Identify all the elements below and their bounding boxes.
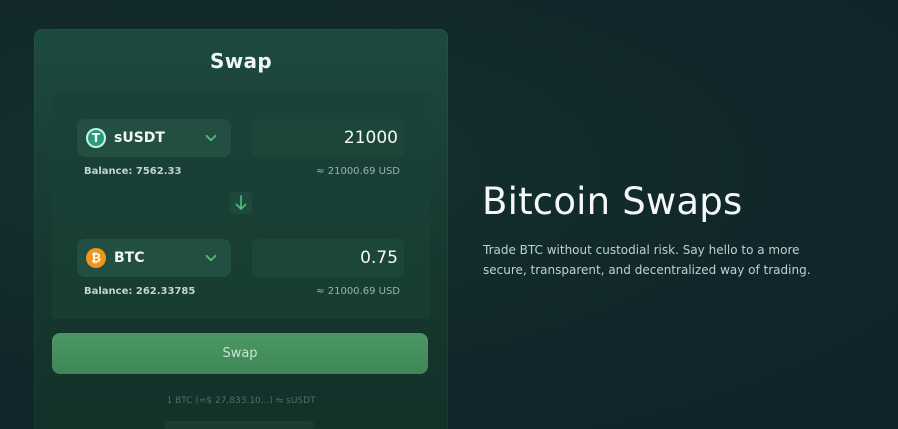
hero-title: Bitcoin Swaps [482,180,743,223]
hero-description: Trade BTC without custodial risk. Say he… [483,243,811,277]
page: Swap T sUSDT 21000 Balance: 7562.33 ≈ 21… [0,0,898,429]
tether-icon: T [86,128,106,148]
from-amount-input[interactable]: 21000 [252,119,404,157]
chevron-down-icon [205,134,217,142]
to-usd-value: ≈ 21000.69 USD [316,286,400,297]
faded-info-row [164,421,314,429]
to-amount-input[interactable]: 0.75 [252,239,404,277]
exchange-rate: 1 BTC (≈$ 27,833.10...) ⇋ sUSDT [166,396,316,406]
arrow-down-icon [235,195,247,210]
to-balance: Balance: 262.33785 [84,286,196,297]
swap-card-title: Swap [210,49,272,73]
from-token-select[interactable]: T sUSDT [77,119,231,157]
from-balance: Balance: 7562.33 [84,166,182,177]
swap-card: Swap T sUSDT 21000 Balance: 7562.33 ≈ 21… [34,29,448,429]
to-token-select[interactable]: ₿ BTC [77,239,231,277]
from-token-name: sUSDT [114,130,165,146]
swap-button[interactable]: Swap [52,333,428,374]
from-usd-value: ≈ 21000.69 USD [316,166,400,177]
chevron-down-icon [205,254,217,262]
to-token-name: BTC [114,250,145,266]
swap-form: T sUSDT 21000 Balance: 7562.33 ≈ 21000.6… [52,93,430,319]
bitcoin-icon: ₿ [86,248,106,268]
swap-direction-button[interactable] [230,192,252,214]
